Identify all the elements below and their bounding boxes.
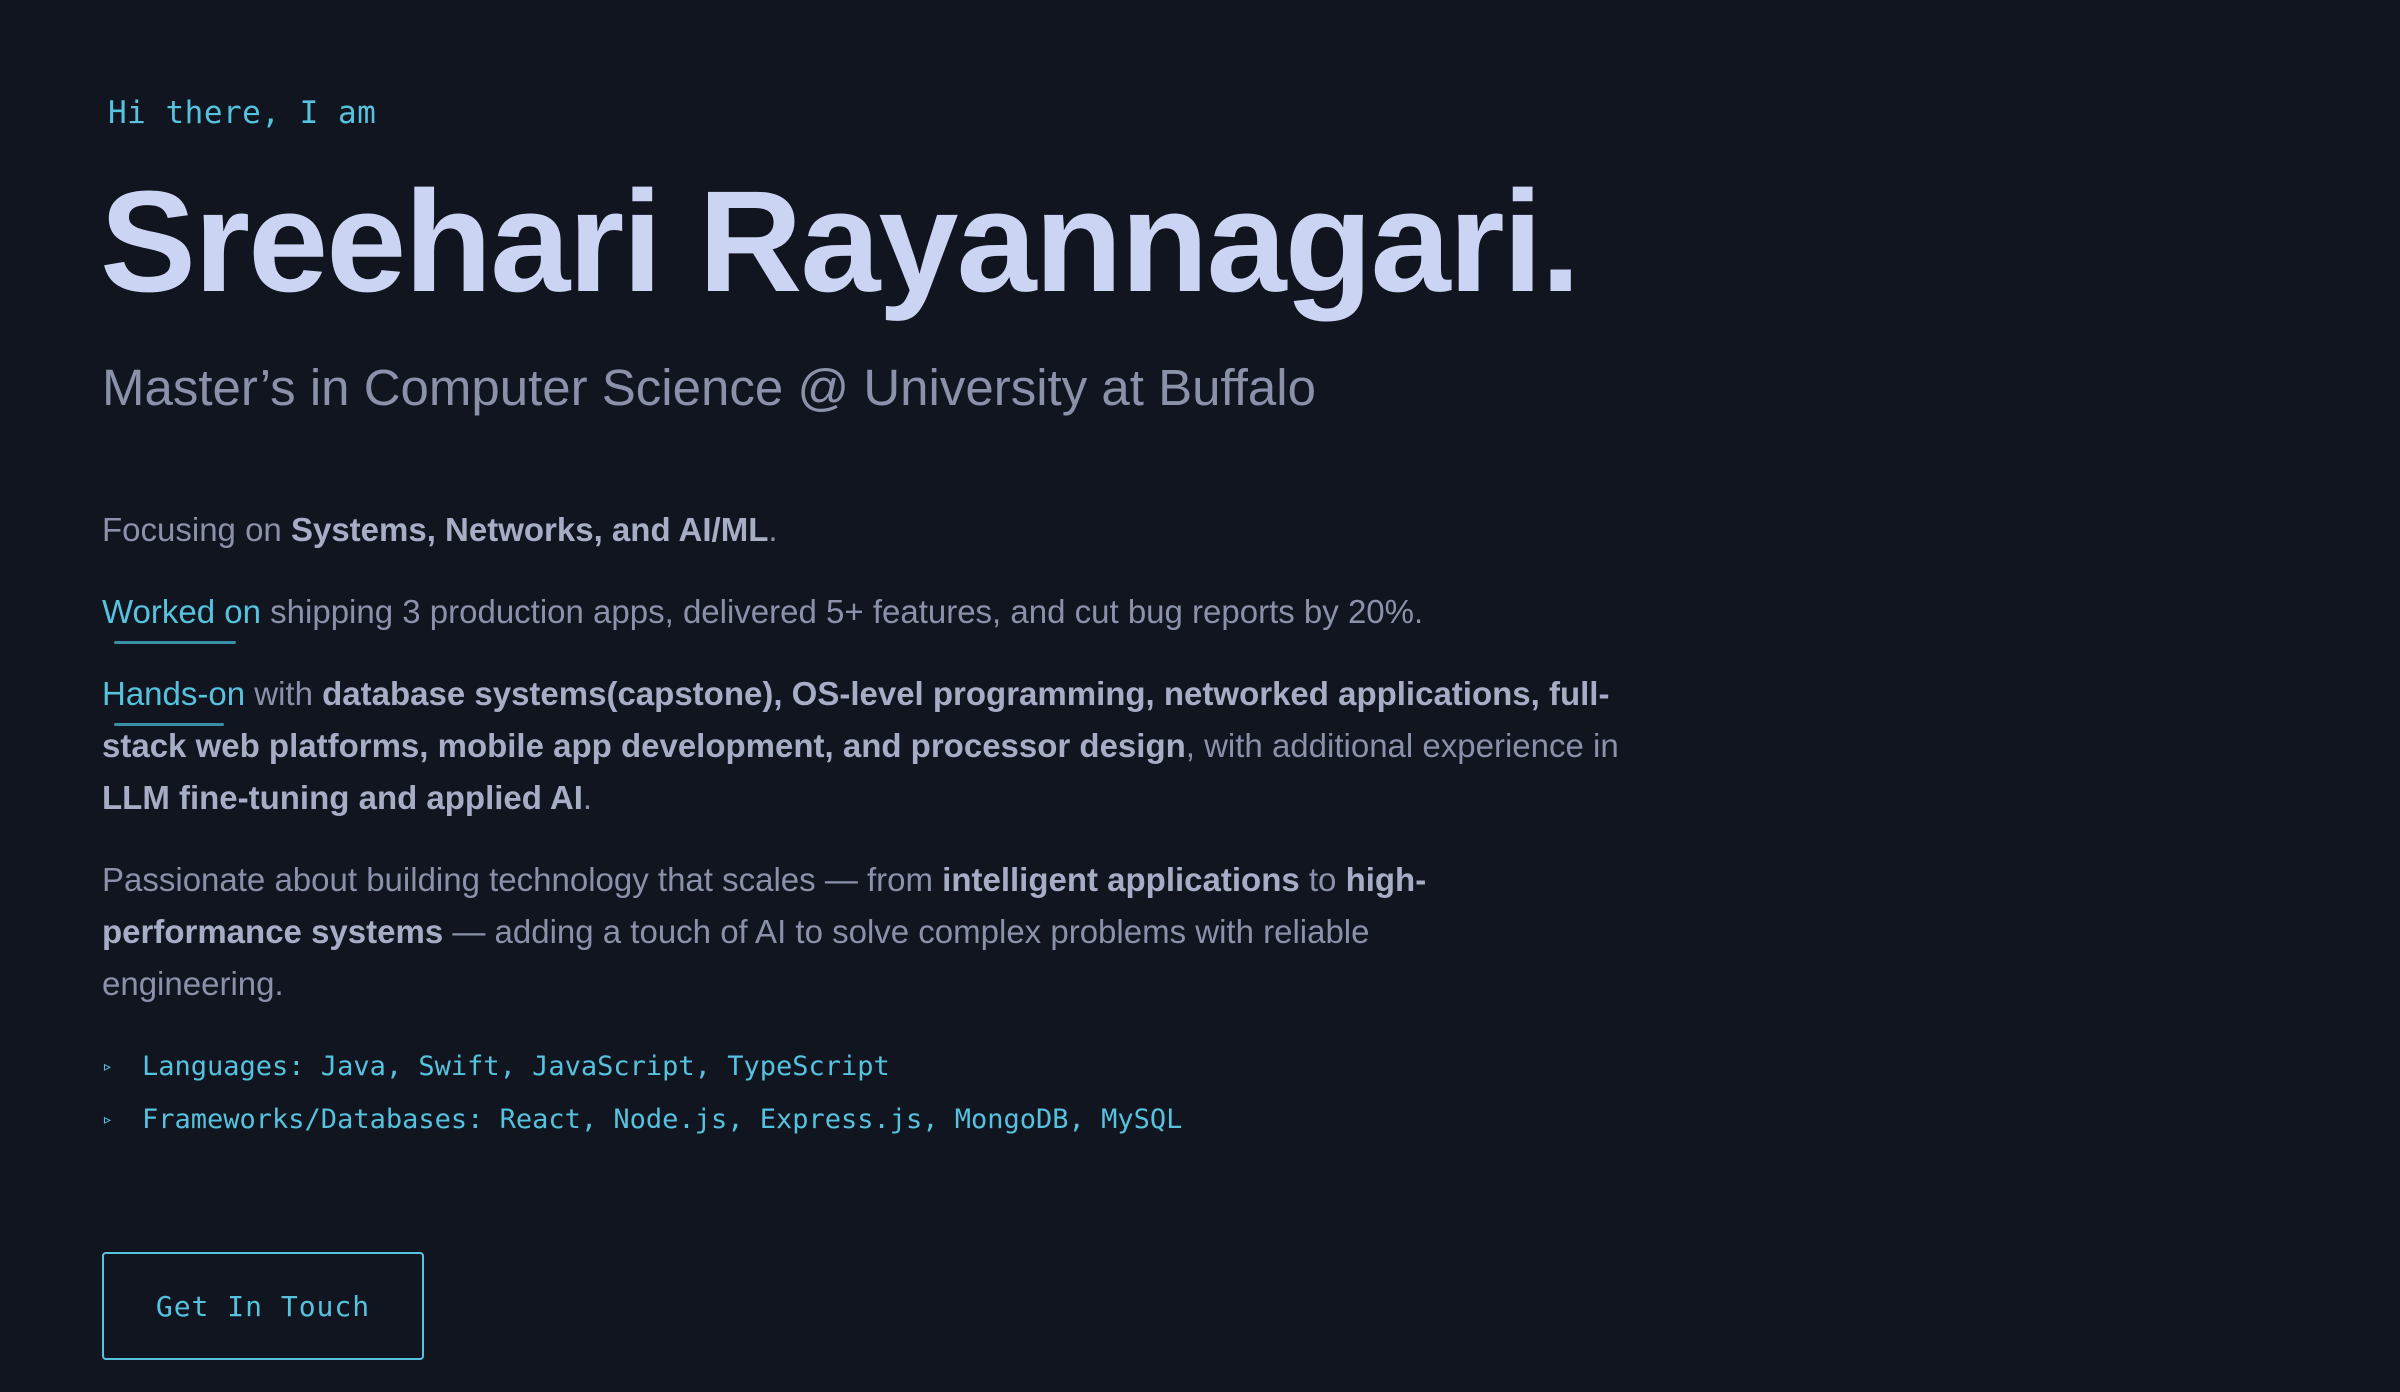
worked-on-link-label: Worked on [102,593,261,630]
focus-suffix: . [768,511,778,548]
skill-languages-text: Languages: Java, Swift, JavaScript, Type… [142,1051,890,1082]
focus-prefix: Focusing on [102,511,291,548]
triangle-bullet-icon: ▹ [102,1056,113,1077]
passion-paragraph: Passionate about building technology tha… [102,854,1542,1010]
hero-name: Sreehari Rayannagari. [100,161,1581,322]
experience-paragraph: Worked on shipping 3 production apps, de… [102,586,1424,644]
passion-text-1: Passionate about building technology tha… [102,861,943,898]
get-in-touch-button[interactable]: Get In Touch [102,1252,424,1360]
triangle-bullet-icon: ▹ [102,1109,113,1130]
worked-on-link-underline [114,641,236,644]
focus-areas: Systems, Networks, and AI/ML [290,511,769,548]
hands-on-text-2: , with additional experience in [1185,727,1619,764]
hero-subtitle: Master’s in Computer Science @ Universit… [102,359,1316,416]
experience-text: shipping 3 production apps, delivered 5+… [260,593,1424,630]
passion-bold-1: intelligent applications [942,861,1300,898]
worked-on-link[interactable]: Worked on [102,586,261,644]
hands-on-link-underline [114,723,224,726]
hands-on-link[interactable]: Hands-on [102,668,246,726]
hands-on-ai: LLM fine-tuning and applied AI [102,779,583,816]
skill-item-frameworks: ▹ Frameworks/Databases: React, Node.js, … [102,1093,1182,1146]
hands-on-text-1: with [245,675,323,712]
passion-text-2: to [1299,861,1346,898]
greeting-text: Hi there, I am [108,95,377,131]
hands-on-paragraph: Hands-on with database systems(capstone)… [102,668,1622,824]
hands-on-text-3: . [582,779,593,816]
skills-list: ▹ Languages: Java, Swift, JavaScript, Ty… [102,1040,1182,1146]
skill-item-languages: ▹ Languages: Java, Swift, JavaScript, Ty… [102,1040,1182,1093]
hands-on-link-label: Hands-on [102,675,246,712]
focus-paragraph: Focusing on Systems, Networks, and AI/ML… [102,504,778,556]
skill-frameworks-text: Frameworks/Databases: React, Node.js, Ex… [142,1104,1183,1135]
